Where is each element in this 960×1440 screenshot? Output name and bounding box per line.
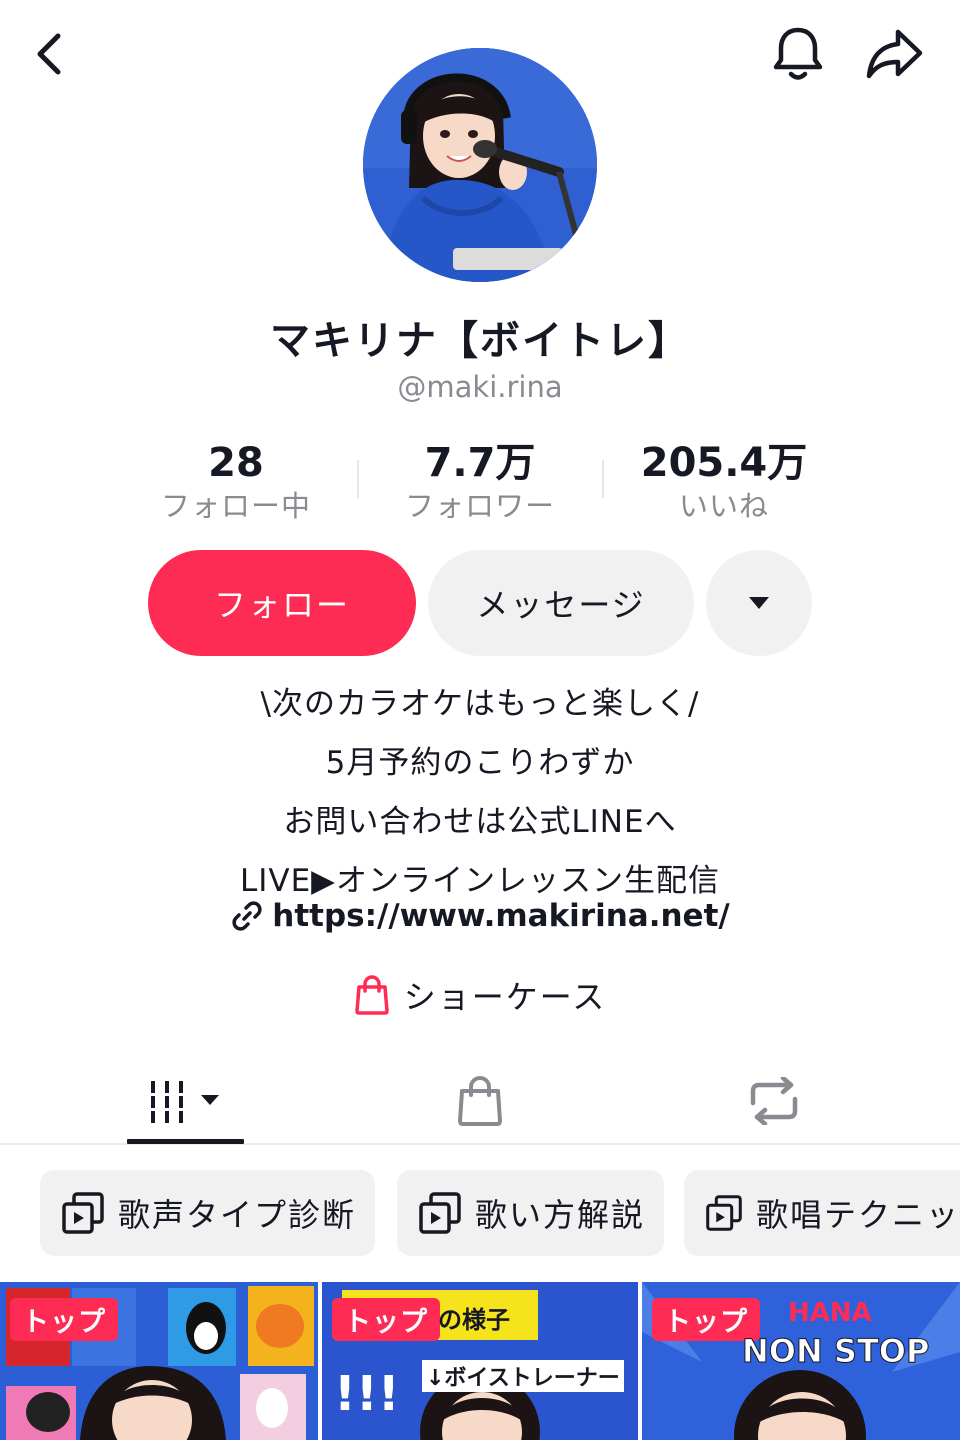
video-caption: !!! bbox=[334, 1366, 400, 1422]
playlist-label: 歌声タイプ診断 bbox=[118, 1196, 357, 1234]
video-thumbnail[interactable]: トップ の様子 ↓ボイストレーナー !!! bbox=[322, 1282, 638, 1440]
caret-down-icon bbox=[749, 597, 769, 609]
stat-value: 7.7万 bbox=[424, 440, 536, 486]
video-caption: HANA bbox=[788, 1298, 872, 1328]
playlist-label: 歌い方解説 bbox=[475, 1196, 646, 1234]
avatar-image bbox=[363, 48, 597, 282]
link-icon bbox=[232, 901, 262, 931]
website-url: https://www.makirina.net/ bbox=[272, 898, 730, 934]
top-badge: トップ bbox=[10, 1298, 118, 1341]
playlist-chip[interactable]: 歌唱テクニッ bbox=[684, 1170, 960, 1256]
username: @maki.rina bbox=[397, 370, 563, 404]
website-link[interactable]: https://www.makirina.net/ bbox=[0, 898, 960, 934]
notification-button[interactable] bbox=[762, 18, 834, 90]
shopping-bag-icon bbox=[458, 1076, 502, 1126]
playlist-chip[interactable]: 歌声タイプ診断 bbox=[40, 1170, 375, 1256]
video-thumbnail[interactable]: トップ bbox=[0, 1282, 318, 1440]
video-thumbnail[interactable]: トップ HANA NON STOP bbox=[642, 1282, 960, 1440]
tab-shop[interactable] bbox=[420, 1058, 540, 1144]
stat-following[interactable]: 28 フォロー中 bbox=[116, 440, 356, 526]
playlist-label: 歌唱テクニッ bbox=[755, 1196, 960, 1234]
chevron-left-icon bbox=[37, 33, 61, 75]
avatar[interactable] bbox=[363, 48, 597, 282]
bio-line: LIVE▶オンラインレッスン生配信 bbox=[239, 863, 721, 899]
bio-line: \次のカラオケはもっと楽しく/ bbox=[260, 686, 700, 722]
playlist-icon bbox=[706, 1195, 742, 1231]
tab-videos[interactable] bbox=[127, 1058, 244, 1144]
follow-button[interactable]: フォロー bbox=[148, 550, 416, 656]
share-button[interactable] bbox=[858, 18, 930, 90]
top-badge: トップ bbox=[332, 1298, 440, 1341]
playlist-icon bbox=[62, 1192, 104, 1234]
stat-value: 205.4万 bbox=[640, 440, 808, 486]
stat-label: いいね bbox=[678, 489, 769, 523]
bell-icon bbox=[773, 27, 823, 80]
showcase-label: ショーケース bbox=[403, 978, 607, 1016]
repost-icon bbox=[750, 1077, 798, 1125]
video-caption: NON STOP bbox=[741, 1332, 930, 1371]
message-button[interactable]: メッセージ bbox=[428, 550, 694, 656]
shopping-bag-icon bbox=[355, 975, 389, 1015]
stat-label: フォロワー bbox=[404, 489, 555, 523]
videos-grid-icon bbox=[150, 1081, 219, 1123]
stat-likes[interactable]: 205.4万 いいね bbox=[604, 440, 844, 526]
bio-line: 5月予約のこりわずか bbox=[325, 745, 635, 781]
more-options-button[interactable] bbox=[706, 550, 812, 656]
share-icon bbox=[866, 29, 923, 79]
showcase-button[interactable]: ショーケース bbox=[0, 972, 960, 1018]
back-button[interactable] bbox=[14, 18, 86, 90]
playlist-icon bbox=[419, 1192, 461, 1234]
playlist-chip[interactable]: 歌い方解説 bbox=[397, 1170, 664, 1256]
video-caption: の様子 bbox=[438, 1306, 510, 1334]
tab-selected-indicator bbox=[127, 1139, 244, 1144]
tab-reposts[interactable] bbox=[714, 1058, 834, 1144]
stat-value: 28 bbox=[208, 440, 264, 486]
video-caption: ↓ボイストレーナー bbox=[422, 1360, 624, 1392]
stat-followers[interactable]: 7.7万 フォロワー bbox=[360, 440, 600, 526]
divider bbox=[357, 460, 359, 498]
stat-label: フォロー中 bbox=[160, 489, 311, 523]
bio-line: お問い合わせは公式LINEへ bbox=[283, 804, 677, 840]
display-name: マキリナ【ボイトレ】 bbox=[270, 318, 690, 364]
